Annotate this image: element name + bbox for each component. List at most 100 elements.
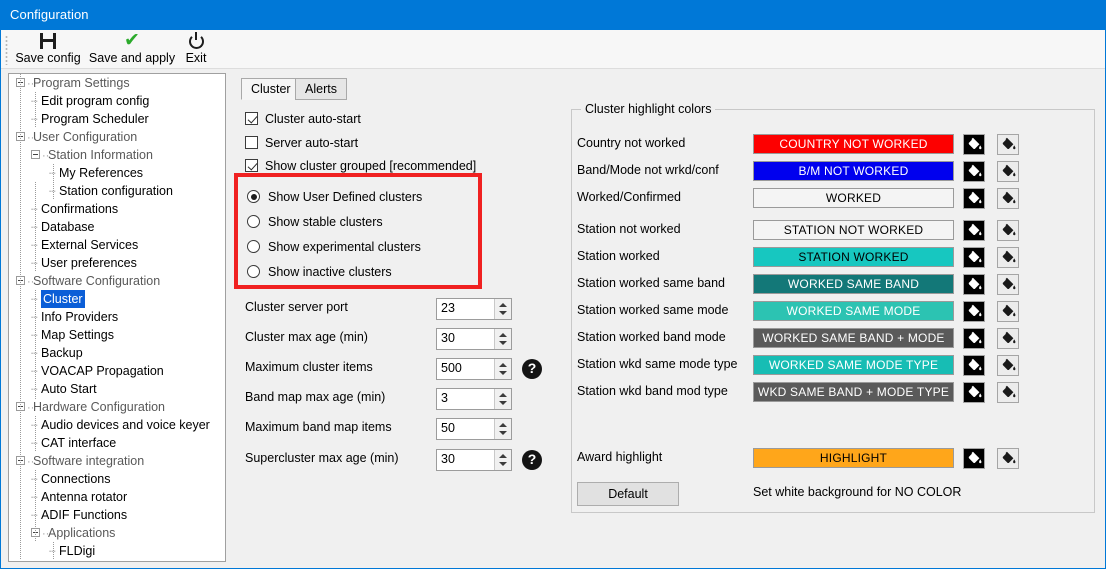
chevron-up-icon[interactable] [499,333,507,337]
tab-cluster[interactable]: Cluster [241,78,301,100]
paint-bucket-icon[interactable] [997,448,1019,469]
paint-bucket-icon[interactable] [997,247,1019,268]
tree-item-confirmations[interactable]: ┄Confirmations [9,200,225,218]
chevron-up-icon[interactable] [499,393,507,397]
tree-item-program-settings[interactable]: ··Program Settings [9,74,225,92]
spinner-input[interactable]: 3 [436,388,512,410]
paint-bucket-icon[interactable] [963,188,985,209]
tree-item-station-information[interactable]: ··Station Information [9,146,225,164]
tree-item-software-configuration[interactable]: ··Software Configuration [9,272,225,290]
color-swatch[interactable]: WORKED SAME MODE [753,301,954,321]
tree-item-station-configuration[interactable]: ┄Station configuration [9,182,225,200]
tree-item-external-services[interactable]: ┄External Services [9,236,225,254]
color-swatch[interactable]: STATION NOT WORKED [753,220,954,240]
spinner-arrows[interactable] [494,450,511,470]
chevron-down-icon[interactable] [499,401,507,405]
paint-bucket-icon[interactable] [997,328,1019,349]
spinner-input[interactable]: 30 [436,449,512,471]
tree-item-cat-interface[interactable]: ┄CAT interface [9,434,225,452]
chevron-up-icon[interactable] [499,454,507,458]
paint-bucket-icon[interactable] [963,301,985,322]
paint-bucket-icon[interactable] [997,220,1019,241]
tree-item-antenna-rotator[interactable]: ┄Antenna rotator [9,488,225,506]
spinner-arrows[interactable] [494,389,511,409]
tree-item-edit-program-config[interactable]: ┄Edit program config [9,92,225,110]
checkbox-show-cluster-grouped[interactable]: Show cluster grouped [recommended] [245,156,476,176]
paint-bucket-icon[interactable] [963,382,985,403]
color-swatch[interactable]: WKD SAME BAND + MODE TYPE [753,382,954,402]
default-button[interactable]: Default [577,482,679,506]
tree-item-wsjt-x-jtdx[interactable]: ┄WSJT-x / JTDX [9,560,225,561]
radio-show-experimental-clusters[interactable]: Show experimental clusters [247,237,421,257]
paint-bucket-icon[interactable] [963,247,985,268]
color-swatch[interactable]: B/M NOT WORKED [753,161,954,181]
chevron-up-icon[interactable] [499,363,507,367]
spinner-input[interactable]: 30 [436,328,512,350]
tree-item-database[interactable]: ┄Database [9,218,225,236]
paint-bucket-icon[interactable] [963,134,985,155]
color-swatch[interactable]: WORKED SAME BAND [753,274,954,294]
radio-show-stable-clusters[interactable]: Show stable clusters [247,212,383,232]
navigation-tree[interactable]: ··Program Settings┄Edit program config┄P… [8,73,226,562]
chevron-down-icon[interactable] [499,462,507,466]
save-and-apply-button[interactable]: ✔ Save and apply [85,31,179,69]
tab-alerts[interactable]: Alerts [295,78,347,100]
help-icon[interactable]: ? [522,359,542,379]
color-swatch[interactable]: STATION WORKED [753,247,954,267]
color-swatch[interactable]: WORKED SAME MODE TYPE [753,355,954,375]
tree-item-my-references[interactable]: ┄My References [9,164,225,182]
paint-bucket-icon[interactable] [997,161,1019,182]
expander-collapse-icon[interactable] [31,150,40,160]
tree-item-map-settings[interactable]: ┄Map Settings [9,326,225,344]
spinner-input[interactable]: 23 [436,298,512,320]
tree-item-auto-start[interactable]: ┄Auto Start [9,380,225,398]
paint-bucket-icon[interactable] [997,134,1019,155]
chevron-down-icon[interactable] [499,341,507,345]
paint-bucket-icon[interactable] [963,220,985,241]
checkbox-server-auto-start[interactable]: Server auto-start [245,133,358,153]
exit-button[interactable]: Exit [179,31,213,69]
tree-item-backup[interactable]: ┄Backup [9,344,225,362]
paint-bucket-icon[interactable] [997,301,1019,322]
tree-item-cluster[interactable]: ┄Cluster [9,290,225,308]
chevron-down-icon[interactable] [499,371,507,375]
radio-show-inactive-clusters[interactable]: Show inactive clusters [247,262,392,282]
help-icon[interactable]: ? [522,450,542,470]
tree-item-connections[interactable]: ┄Connections [9,470,225,488]
tree-item-software-integration[interactable]: ··Software integration [9,452,225,470]
spinner-arrows[interactable] [494,329,511,349]
tree-item-user-configuration[interactable]: ··User Configuration [9,128,225,146]
paint-bucket-icon[interactable] [997,274,1019,295]
chevron-down-icon[interactable] [499,311,507,315]
checkbox-cluster-auto-start[interactable]: Cluster auto-start [245,109,361,129]
chevron-up-icon[interactable] [499,423,507,427]
spinner-input[interactable]: 500 [436,358,512,380]
color-swatch[interactable]: WORKED [753,188,954,208]
paint-bucket-icon[interactable] [963,448,985,469]
paint-bucket-icon[interactable] [963,274,985,295]
radio-show-user-defined-clusters[interactable]: Show User Defined clusters [247,187,422,207]
paint-bucket-icon[interactable] [963,355,985,376]
chevron-up-icon[interactable] [499,303,507,307]
tree-item-audio-devices-and-voice-keyer[interactable]: ┄Audio devices and voice keyer [9,416,225,434]
tree-item-fldigi[interactable]: ┄ FLDigi [9,542,225,560]
tree-item-program-scheduler[interactable]: ┄Program Scheduler [9,110,225,128]
chevron-down-icon[interactable] [499,431,507,435]
paint-bucket-icon[interactable] [997,188,1019,209]
tree-item-applications[interactable]: ··Applications [9,524,225,542]
tree-item-user-preferences[interactable]: ┄User preferences [9,254,225,272]
spinner-arrows[interactable] [494,299,511,319]
spinner-arrows[interactable] [494,359,511,379]
tree-item-adif-functions[interactable]: ┄ADIF Functions [9,506,225,524]
paint-bucket-icon[interactable] [997,382,1019,403]
color-swatch[interactable]: WORKED SAME BAND + MODE [753,328,954,348]
spinner-input[interactable]: 50 [436,418,512,440]
paint-bucket-icon[interactable] [997,355,1019,376]
award-color-swatch[interactable]: HIGHLIGHT [753,448,954,468]
paint-bucket-icon[interactable] [963,328,985,349]
save-config-button[interactable]: Save config [11,31,85,69]
spinner-arrows[interactable] [494,419,511,439]
color-swatch[interactable]: COUNTRY NOT WORKED [753,134,954,154]
tree-item-hardware-configuration[interactable]: ··Hardware Configuration [9,398,225,416]
tree-item-info-providers[interactable]: ┄Info Providers [9,308,225,326]
